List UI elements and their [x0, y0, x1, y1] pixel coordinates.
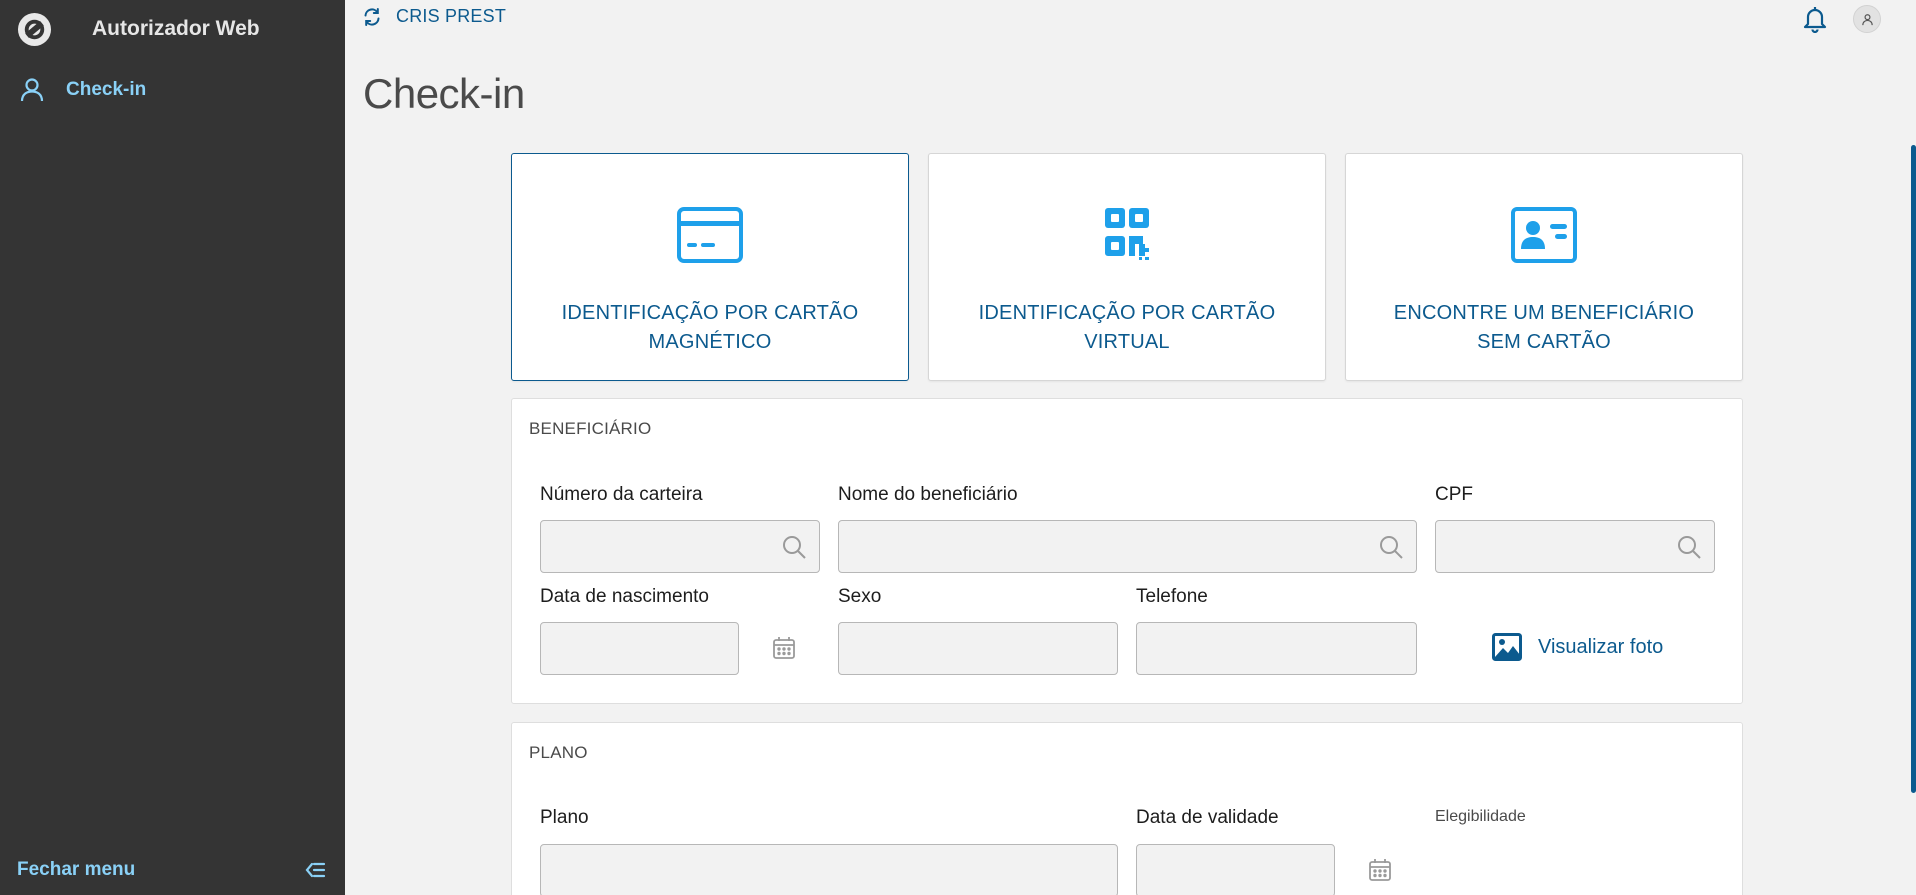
plano-label: Plano [540, 807, 589, 828]
avatar[interactable] [1853, 5, 1881, 33]
card-label: IDENTIFICAÇÃO POR CARTÃO VIRTUAL [978, 302, 1276, 353]
carteira-input[interactable] [540, 520, 820, 573]
card-magnetic-card[interactable]: IDENTIFICAÇÃO POR CARTÃO MAGNÉTICO [511, 153, 909, 381]
prestador-name: CRIS PREST [396, 6, 507, 26]
nome-input[interactable] [838, 520, 1417, 573]
calendar-icon[interactable] [1367, 857, 1393, 883]
search-icon[interactable] [1378, 534, 1404, 560]
card-no-card[interactable]: ENCONTRE UM BENEFICIÁRIO SEM CARTÃO [1345, 153, 1743, 381]
refresh-icon [364, 7, 380, 26]
prestador-switch[interactable]: CRIS PREST [362, 6, 506, 27]
card-label: IDENTIFICAÇÃO POR CARTÃO MAGNÉTICO [561, 302, 859, 353]
qr-code-icon [1105, 208, 1149, 260]
plano-panel: PLANO Plano Data de validade Elegibilida… [511, 722, 1743, 895]
page-scrollbar[interactable] [1911, 145, 1916, 793]
elegibilidade-label: Elegibilidade [1435, 808, 1526, 825]
beneficiario-panel: BENEFICIÁRIO Número da carteira Nome do … [511, 398, 1743, 704]
carteira-label: Número da carteira [540, 484, 703, 505]
card-label: ENCONTRE UM BENEFICIÁRIO SEM CARTÃO [1393, 302, 1695, 353]
panel-title: BENEFICIÁRIO [529, 419, 652, 438]
close-menu-button[interactable]: Fechar menu [0, 845, 345, 895]
cpf-input[interactable] [1435, 520, 1715, 573]
sexo-label: Sexo [838, 586, 882, 607]
image-icon [1492, 633, 1522, 661]
calendar-icon[interactable] [771, 635, 797, 661]
nascimento-label: Data de nascimento [540, 586, 709, 607]
close-menu-label: Fechar menu [17, 859, 136, 880]
telefone-input[interactable] [1136, 622, 1417, 675]
brand: Autorizador Web [17, 12, 260, 46]
app-title: Autorizador Web [92, 17, 260, 40]
user-avatar-icon [1861, 13, 1873, 25]
telefone-label: Telefone [1136, 586, 1208, 607]
credit-card-icon [677, 207, 743, 263]
card-virtual-card[interactable]: IDENTIFICAÇÃO POR CARTÃO VIRTUAL [928, 153, 1326, 381]
user-icon [20, 78, 44, 102]
view-photo-label: Visualizar foto [1538, 635, 1664, 658]
cpf-label: CPF [1435, 484, 1473, 505]
nome-label: Nome do beneficiário [838, 484, 1018, 505]
view-photo-link[interactable]: Visualizar foto [1492, 633, 1663, 661]
notifications-bell-icon[interactable] [1802, 5, 1828, 33]
sidebar-item-label: Check-in [66, 79, 147, 100]
nascimento-input[interactable] [540, 622, 739, 675]
id-card-icon [1511, 207, 1577, 263]
panel-title: PLANO [529, 743, 588, 762]
collapse-menu-icon [305, 862, 326, 878]
validade-input[interactable] [1136, 844, 1335, 895]
page-title: Check-in [363, 70, 525, 117]
totvs-logo-icon [17, 12, 52, 46]
search-icon[interactable] [781, 534, 807, 560]
sidebar: Autorizador Web Check-in Fechar menu [0, 0, 345, 895]
validade-label: Data de validade [1136, 807, 1279, 828]
sidebar-item-check-in[interactable]: Check-in [18, 76, 146, 104]
sexo-input[interactable] [838, 622, 1118, 675]
search-icon[interactable] [1676, 534, 1702, 560]
plano-input[interactable] [540, 844, 1118, 895]
